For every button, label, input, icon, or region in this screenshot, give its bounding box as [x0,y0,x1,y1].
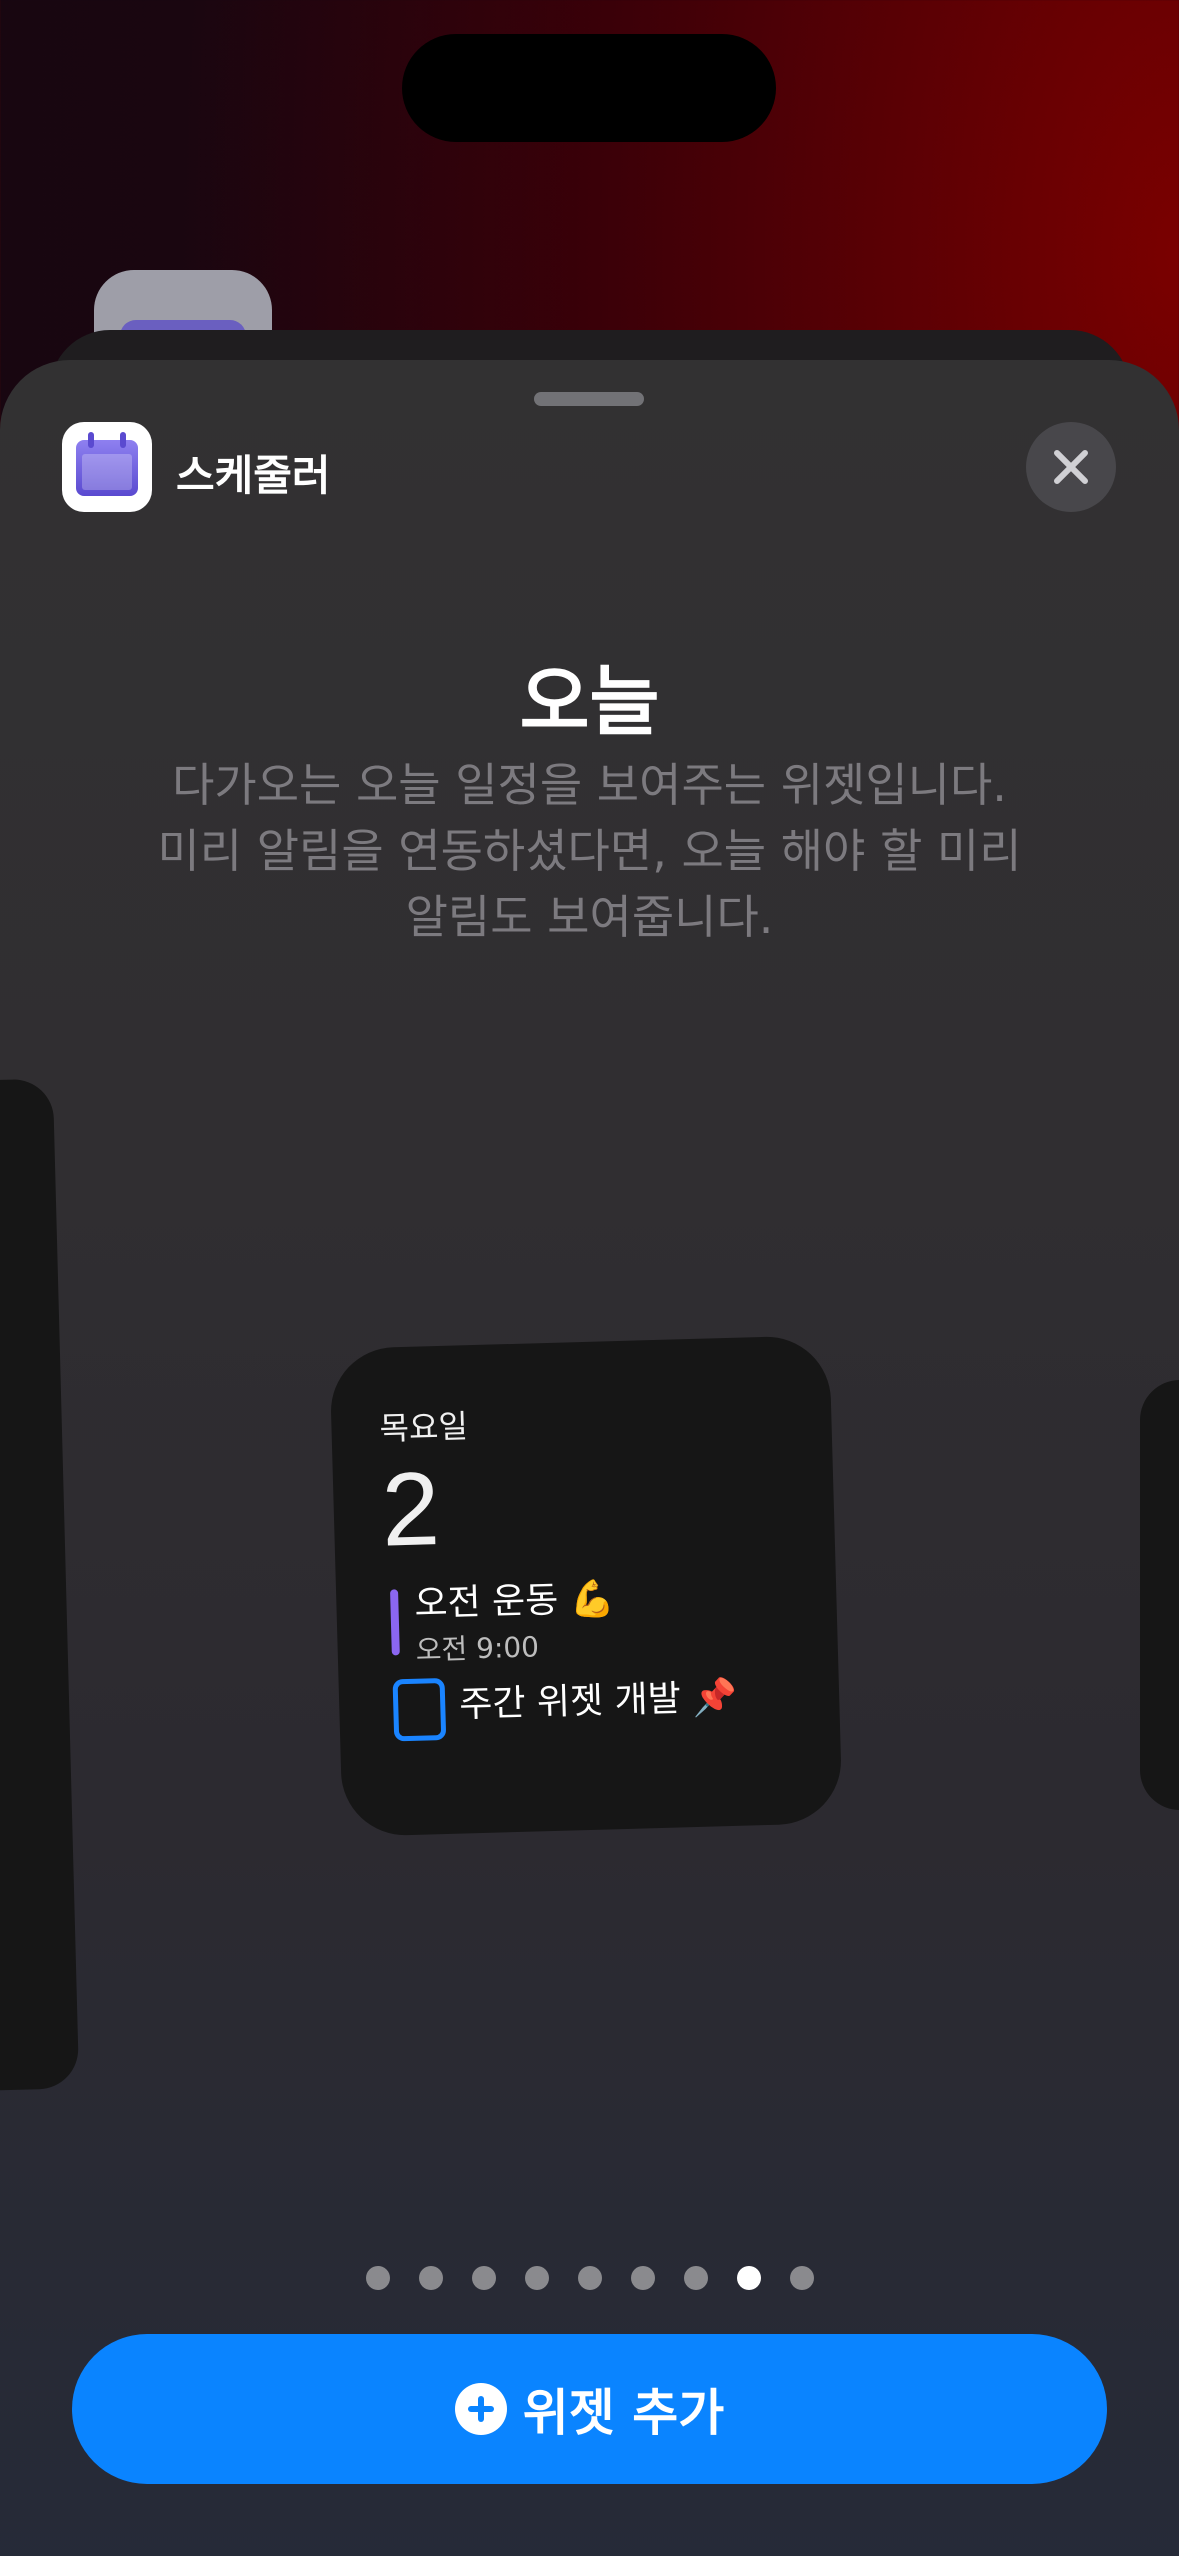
calendar-app-icon [62,422,152,512]
dynamic-island [402,34,776,142]
page-dot[interactable] [471,2266,496,2290]
widget-todo: 주간 위젯 개발 📌 [387,1667,841,1744]
widget-title: 오늘 [519,657,660,746]
page-dot[interactable] [524,2266,549,2290]
page-dot[interactable] [418,2266,443,2290]
widget-date: 2 [380,1451,442,1569]
add-widget-button[interactable]: 위젯 추가 [72,2334,1107,2484]
app-name: 스케줄러 [176,451,331,500]
close-icon [1054,450,1088,484]
event-title: 오전 운동 💪 [413,1578,616,1625]
event-time: 오전 9:00 [415,1630,540,1667]
next-widget-preview[interactable] [1140,1380,1179,1810]
page-dot[interactable] [577,2266,602,2290]
widget-description-line: 다가오는 오늘 일정을 보여주는 위젯입니다. [172,758,1007,812]
widget-gallery-sheet: 스케줄러 오늘 다가오는 오늘 일정을 보여주는 위젯입니다. 미리 알림을 연… [0,360,1179,2556]
page-dot-current[interactable] [736,2266,761,2290]
widget-preview[interactable]: 목요일 2 오전 운동 💪 오전 9:00 주간 위젯 개발 📌 [329,1335,843,1837]
add-widget-label: 위젯 추가 [522,2384,725,2442]
page-dot[interactable] [789,2266,814,2290]
plus-circle-icon [454,2383,507,2435]
widget-description: 다가오는 오늘 일정을 보여주는 위젯입니다. 미리 알림을 연동하셨다면, 오… [120,752,1059,950]
todo-title: 주간 위젯 개발 📌 [458,1676,738,1726]
page-dot[interactable] [683,2266,708,2290]
page-dot[interactable] [630,2266,655,2290]
previous-widget-preview[interactable] [0,1078,80,2092]
widget-weekday: 목요일 [378,1407,469,1448]
widget-event: 오전 운동 💪 오전 9:00 [384,1573,838,1667]
sheet-grabber[interactable] [534,392,644,406]
widget-description-line: 알림도 보여줍니다. [405,890,774,944]
page-indicator[interactable] [0,2266,1179,2290]
widget-description-line: 미리 알림을 연동하셨다면, 오늘 해야 할 미리 [157,824,1022,878]
event-color-bar [390,1589,400,1656]
page-dot[interactable] [365,2266,390,2290]
close-button[interactable] [1026,422,1116,512]
todo-checkbox-icon [392,1677,447,1742]
